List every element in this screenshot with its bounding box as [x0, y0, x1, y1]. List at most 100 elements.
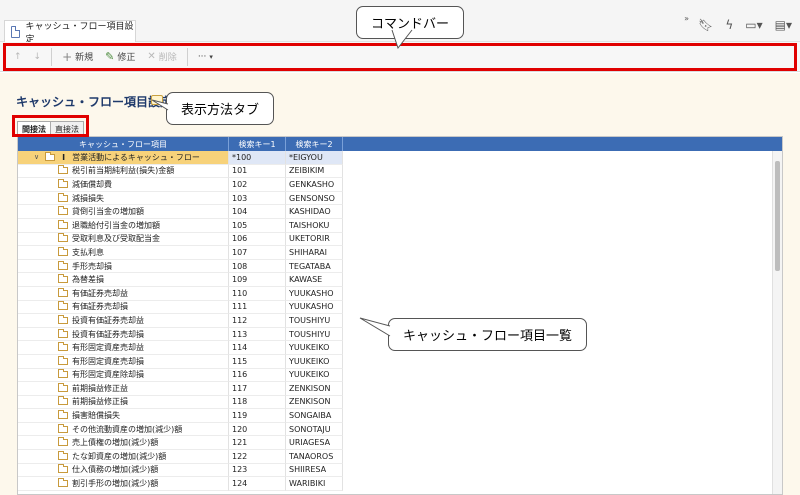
key2-cell: YUUKEIKO: [286, 341, 343, 355]
vertical-scrollbar[interactable]: [772, 151, 782, 494]
folder-icon: [58, 450, 68, 460]
overflow-chevron-icon[interactable]: »: [684, 14, 689, 23]
calendar-icon[interactable]: ▤▾: [775, 18, 792, 32]
item-name: 売上債権の増加(減少)額: [72, 438, 159, 448]
key1-cell: 110: [229, 286, 286, 301]
key1-cell: 123: [229, 463, 286, 478]
table-row[interactable]: 貸倒引当金の増加額 104 KASHIDAO: [18, 205, 782, 219]
key1-cell: 114: [229, 341, 286, 355]
section-number: I: [62, 152, 66, 162]
key1-cell: 103: [229, 191, 286, 206]
folder-icon: [58, 192, 68, 202]
item-name: 手形売却損: [72, 261, 112, 271]
folder-icon: [58, 274, 68, 284]
key1-cell: 124: [229, 477, 286, 491]
item-name: 貸倒引当金の増加額: [72, 207, 144, 217]
tree-cell: 割引手形の増加(減少)額: [18, 477, 229, 491]
table-row[interactable]: 割引手形の増加(減少)額 124 WARIBIKI: [18, 477, 782, 491]
tree-cell: 損害賠償損失: [18, 409, 229, 423]
folder-icon: [58, 423, 68, 433]
item-name: 退職給付引当金の増加額: [72, 220, 160, 230]
key2-cell: ZENKISON: [286, 395, 343, 410]
key2-cell: *EIGYOU: [286, 151, 343, 165]
key2-cell: KASHIDAO: [286, 205, 343, 219]
column-header-key1[interactable]: 検索キー1: [229, 137, 286, 151]
item-name: 投資有価証券売却益: [72, 315, 144, 325]
folder-icon: [58, 396, 68, 406]
table-row[interactable]: 為替差損 109 KAWASE: [18, 273, 782, 287]
tree-cell: 有価証券売却損: [18, 300, 229, 315]
tree-cell: 投資有価証券売却損: [18, 327, 229, 342]
item-name: 減損損失: [72, 193, 104, 203]
document-tab[interactable]: キャッシュ・フロー項目設定: [4, 20, 136, 45]
item-name: 営業活動によるキャッシュ・フロー: [72, 152, 200, 162]
command-bar-highlight: [3, 43, 797, 71]
folder-icon: [58, 342, 68, 352]
key2-cell: TANAOROS: [286, 450, 343, 464]
scrollbar-thumb[interactable]: [775, 161, 780, 271]
key2-cell: SHIIRESA: [286, 463, 343, 478]
table-row[interactable]: その他流動資産の増加(減少)額 120 SONOTAJU: [18, 422, 782, 437]
table-row[interactable]: 有形固定資産売却損 115 YUUKEIKO: [18, 354, 782, 369]
table-row[interactable]: 退職給付引当金の増加額 105 TAISHOKU: [18, 218, 782, 233]
item-name: 割引手形の増加(減少)額: [72, 479, 159, 489]
key2-cell: TOUSHIYU: [286, 314, 343, 328]
table-row[interactable]: 有価証券売却損 111 YUUKASHO: [18, 300, 782, 315]
item-name: 受取利息及び受取配当金: [72, 234, 160, 244]
folder-icon: [58, 328, 68, 338]
column-header-key2[interactable]: 検索キー2: [286, 137, 343, 151]
key1-cell: 119: [229, 409, 286, 423]
table-row[interactable]: 損害賠償損失 119 SONGAIBA: [18, 409, 782, 423]
lightning-icon[interactable]: ϟ: [725, 18, 733, 32]
key1-cell: 111: [229, 300, 286, 315]
table-row[interactable]: 売上債権の増加(減少)額 121 URIAGESA: [18, 436, 782, 451]
table-row[interactable]: 有形固定資産除却損 116 YUUKEIKO: [18, 368, 782, 383]
table-row[interactable]: 税引前当期純利益(損失)金額 101 ZEIBIKIM: [18, 164, 782, 179]
key2-cell: SHIHARAI: [286, 246, 343, 260]
table-row[interactable]: 前期損益修正損 118 ZENKISON: [18, 395, 782, 410]
table-row[interactable]: 有価証券売却益 110 YUUKASHO: [18, 286, 782, 301]
folder-settings-icon[interactable]: [151, 95, 163, 105]
folder-icon: [58, 410, 68, 420]
key2-cell: TOUSHIYU: [286, 327, 343, 342]
tree-cell: 支払利息: [18, 246, 229, 260]
table-row[interactable]: 仕入債務の増加(減少)額 123 SHIIRESA: [18, 463, 782, 478]
column-header-item[interactable]: キャッシュ・フロー項目: [18, 137, 229, 151]
key2-cell: SONGAIBA: [286, 409, 343, 423]
key2-cell: TEGATABA: [286, 259, 343, 274]
folder-icon: [58, 287, 68, 297]
table-row[interactable]: 減価償却費 102 GENKASHO: [18, 178, 782, 192]
key2-cell: ZEIBIKIM: [286, 164, 343, 179]
item-name: 有形固定資産除却損: [72, 370, 144, 380]
tree-cell: 仕入債務の増加(減少)額: [18, 463, 229, 478]
key1-cell: 106: [229, 232, 286, 247]
key1-cell: 109: [229, 273, 286, 287]
document-tab-title: キャッシュ・フロー項目設定: [25, 21, 134, 45]
window-tools: » 🔖︎ ϟ ▭▾ ▤▾: [684, 14, 792, 32]
key2-cell: UKETORIR: [286, 232, 343, 247]
table-row[interactable]: 支払利息 107 SHIHARAI: [18, 246, 782, 260]
window-layout-icon[interactable]: ▭▾: [745, 18, 762, 32]
item-name: 前期損益修正損: [72, 397, 128, 407]
table-row-root[interactable]: ∨ I 営業活動によるキャッシュ・フロー *100 *EIGYOU: [18, 151, 782, 165]
key1-cell: 117: [229, 382, 286, 396]
table-row[interactable]: 受取利息及び受取配当金 106 UKETORIR: [18, 232, 782, 247]
item-name: 税引前当期純利益(損失)金額: [72, 166, 175, 176]
tree-cell: たな卸資産の増加(減少)額: [18, 450, 229, 464]
key2-cell: URIAGESA: [286, 436, 343, 451]
tree-cell: 有価証券売却益: [18, 286, 229, 301]
table-row[interactable]: 前期損益修正益 117 ZENKISON: [18, 382, 782, 396]
item-name: 有形固定資産売却損: [72, 356, 144, 366]
folder-icon: [58, 301, 68, 311]
key2-cell: KAWASE: [286, 273, 343, 287]
item-name: その他流動資産の増加(減少)額: [72, 424, 183, 434]
bookmark-icon[interactable]: 🔖︎: [698, 18, 713, 32]
callout-view-tabs: 表示方法タブ: [166, 92, 275, 125]
folder-icon: [58, 437, 68, 447]
chevron-down-icon[interactable]: ∨: [34, 153, 39, 161]
table-row[interactable]: 手形売却損 108 TEGATABA: [18, 259, 782, 274]
table-row[interactable]: たな卸資産の増加(減少)額 122 TANAOROS: [18, 450, 782, 464]
tree-cell: 前期損益修正損: [18, 395, 229, 410]
table-row[interactable]: 減損損失 103 GENSONSO: [18, 191, 782, 206]
tree-cell: 受取利息及び受取配当金: [18, 232, 229, 247]
